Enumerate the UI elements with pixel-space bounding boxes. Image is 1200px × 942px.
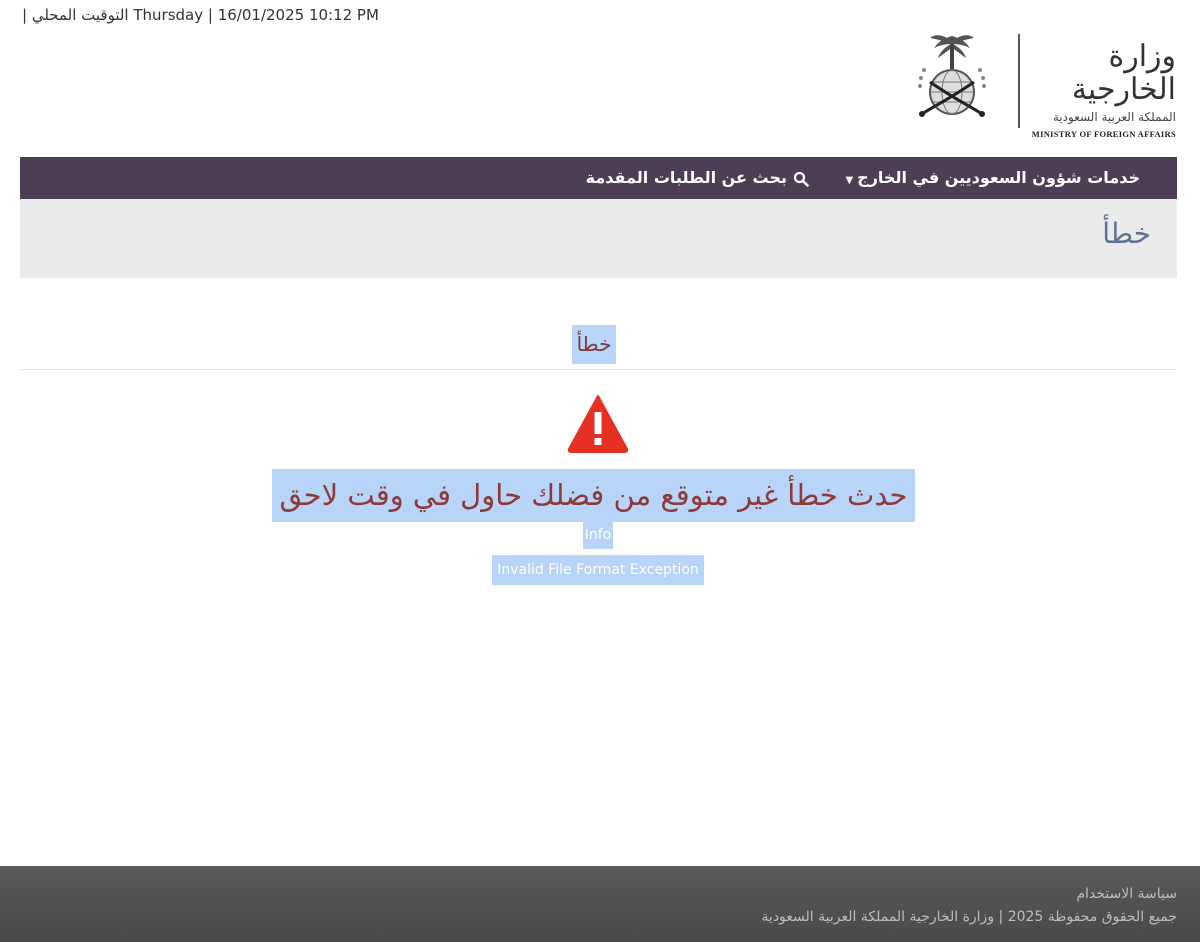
logo-divider [1018, 34, 1020, 128]
error-heading: خطأ [572, 325, 616, 364]
page: | التوقيت المحلي Thursday | 16/01/2025 1… [0, 0, 1200, 942]
local-time-text: | التوقيت المحلي Thursday | 16/01/2025 1… [22, 6, 379, 24]
nav-services-label: خدمات شؤون السعوديين في الخارج [857, 168, 1140, 187]
logo-text: وزارة الخارجية المملكة العربية السعودية … [1026, 40, 1176, 139]
error-message: حدث خطأ غير متوقع من فضلك حاول في وقت لا… [272, 469, 915, 522]
info-label: Info [583, 522, 613, 549]
saudi-emblem-icon [918, 35, 986, 117]
divider [20, 369, 1177, 370]
terms-of-use-link[interactable]: سياسة الاستخدام [1076, 886, 1177, 902]
logo-subtitle-ar: المملكة العربية السعودية [1052, 110, 1176, 124]
warning-triangle-icon [567, 395, 629, 453]
ministry-logo[interactable]: وزارة الخارجية المملكة العربية السعودية … [904, 30, 1176, 139]
logo-title-ar: وزارة الخارجية [1071, 39, 1176, 107]
footer: سياسة الاستخدام جميع الحقوق محفوظة 2025 … [0, 866, 1200, 942]
main-nav: خدمات شؤون السعوديين في الخارج▼ بحث عن ا… [20, 157, 1177, 199]
nav-services-dropdown[interactable]: خدمات شؤون السعوديين في الخارج▼ [845, 157, 1140, 199]
page-title: خطأ [1102, 217, 1151, 250]
chevron-down-icon: ▼ [845, 175, 854, 186]
nav-search-label: بحث عن الطلبات المقدمة [585, 168, 787, 187]
page-title-band: خطأ [20, 199, 1177, 278]
nav-search-requests-link[interactable]: بحث عن الطلبات المقدمة [586, 157, 809, 199]
search-icon [793, 171, 809, 187]
exception-text: Invalid File Format Exception [492, 555, 704, 585]
logo-title-en: MINISTRY OF FOREIGN AFFAIRS [1031, 129, 1176, 139]
copyright-text: جميع الحقوق محفوظة 2025 | وزارة الخارجية… [761, 909, 1177, 925]
